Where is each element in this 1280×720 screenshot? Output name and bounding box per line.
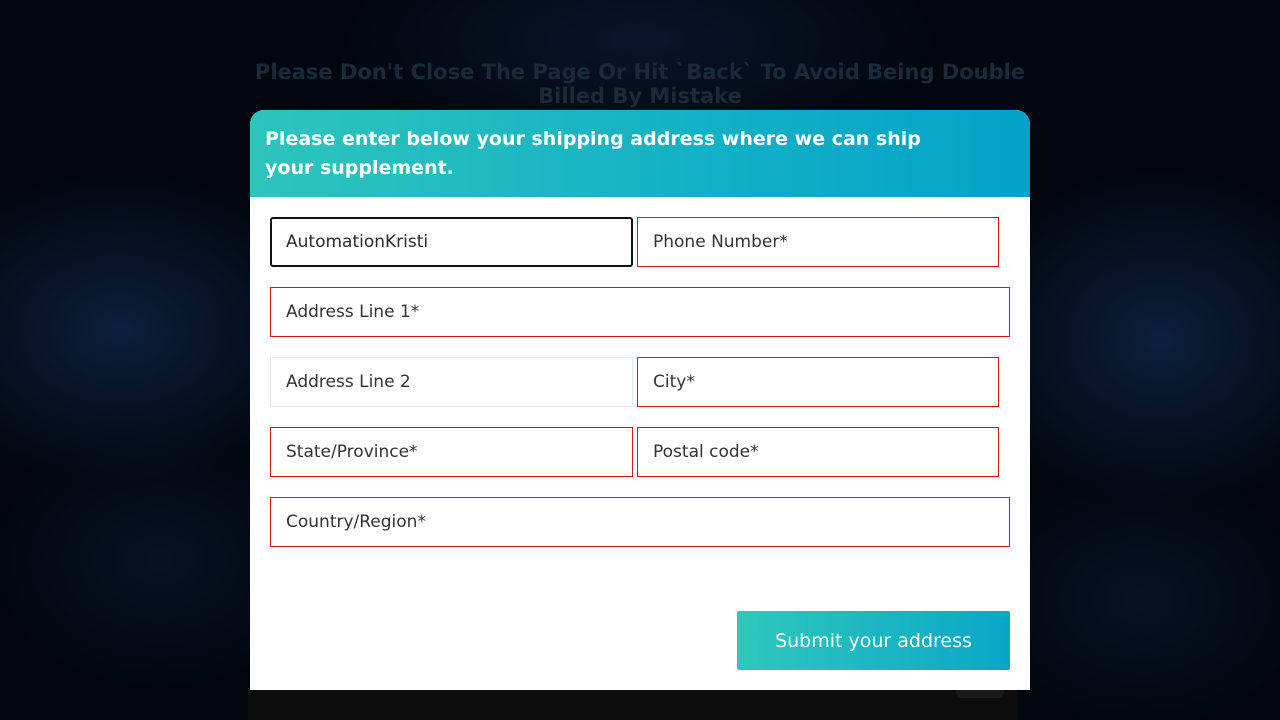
full-name-input[interactable] (270, 217, 633, 267)
shipping-address-modal: Please enter below your shipping address… (250, 110, 1030, 690)
submit-address-button[interactable]: Submit your address (737, 611, 1010, 670)
modal-header: Please enter below your shipping address… (250, 110, 1030, 197)
double-billing-notice: Please Don't Close The Page Or Hit `Back… (254, 60, 1026, 108)
modal-title: Please enter below your shipping address… (265, 128, 921, 179)
phone-number-input[interactable] (637, 217, 999, 267)
city-input[interactable] (637, 357, 999, 407)
background-footer-bar (248, 690, 1018, 720)
address-line-2-input[interactable] (270, 357, 633, 407)
country-region-input[interactable] (270, 497, 1010, 547)
postal-code-input[interactable] (637, 427, 999, 477)
state-province-input[interactable] (270, 427, 633, 477)
address-line-1-input[interactable] (270, 287, 1010, 337)
